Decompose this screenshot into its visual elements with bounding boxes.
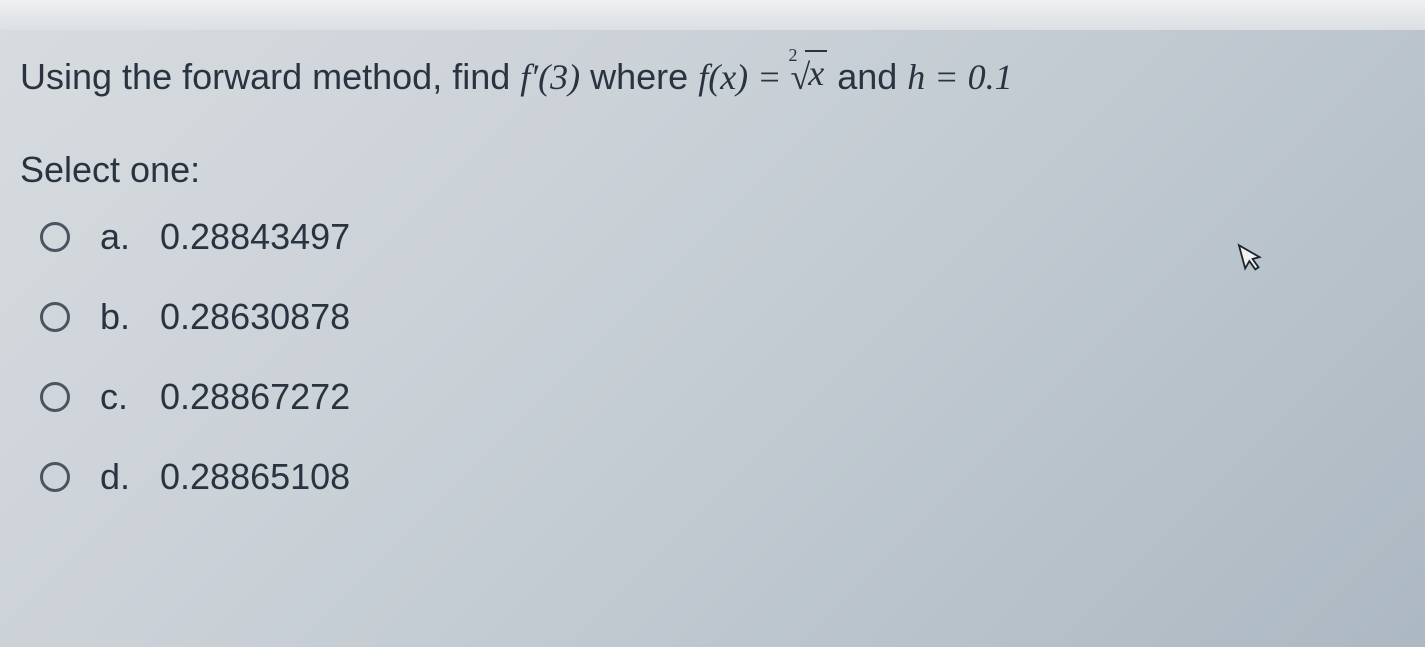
root-arg: x: [805, 50, 827, 95]
option-value-b: 0.28630878: [160, 296, 350, 338]
radio-button-b[interactable]: [40, 302, 70, 332]
option-label-d: d.: [100, 456, 160, 498]
option-label-a: a.: [100, 216, 160, 258]
math-fprime: f′(3): [520, 57, 580, 97]
top-bar: [0, 0, 1425, 30]
question-prefix: Using the forward method, find: [20, 56, 520, 97]
option-d[interactable]: d. 0.28865108: [20, 456, 1405, 498]
select-prompt: Select one:: [20, 149, 1405, 191]
radio-button-d[interactable]: [40, 462, 70, 492]
root-index: 2: [788, 42, 797, 69]
radio-button-a[interactable]: [40, 222, 70, 252]
option-label-b: b.: [100, 296, 160, 338]
math-h: h = 0.1: [907, 57, 1012, 97]
option-a[interactable]: a. 0.28843497: [20, 216, 1405, 258]
option-b[interactable]: b. 0.28630878: [20, 296, 1405, 338]
option-value-d: 0.28865108: [160, 456, 350, 498]
option-label-c: c.: [100, 376, 160, 418]
radio-button-c[interactable]: [40, 382, 70, 412]
question-where: where: [590, 56, 698, 97]
math-fx: f(x) =: [698, 57, 790, 97]
option-c[interactable]: c. 0.28867272: [20, 376, 1405, 418]
root-expression: 2 √x: [790, 50, 827, 104]
question-and: and: [837, 56, 907, 97]
question-text: Using the forward method, find f′(3) whe…: [20, 50, 1405, 104]
options-list: a. 0.28843497 b. 0.28630878 c. 0.2886727…: [20, 216, 1405, 498]
option-value-a: 0.28843497: [160, 216, 350, 258]
option-value-c: 0.28867272: [160, 376, 350, 418]
